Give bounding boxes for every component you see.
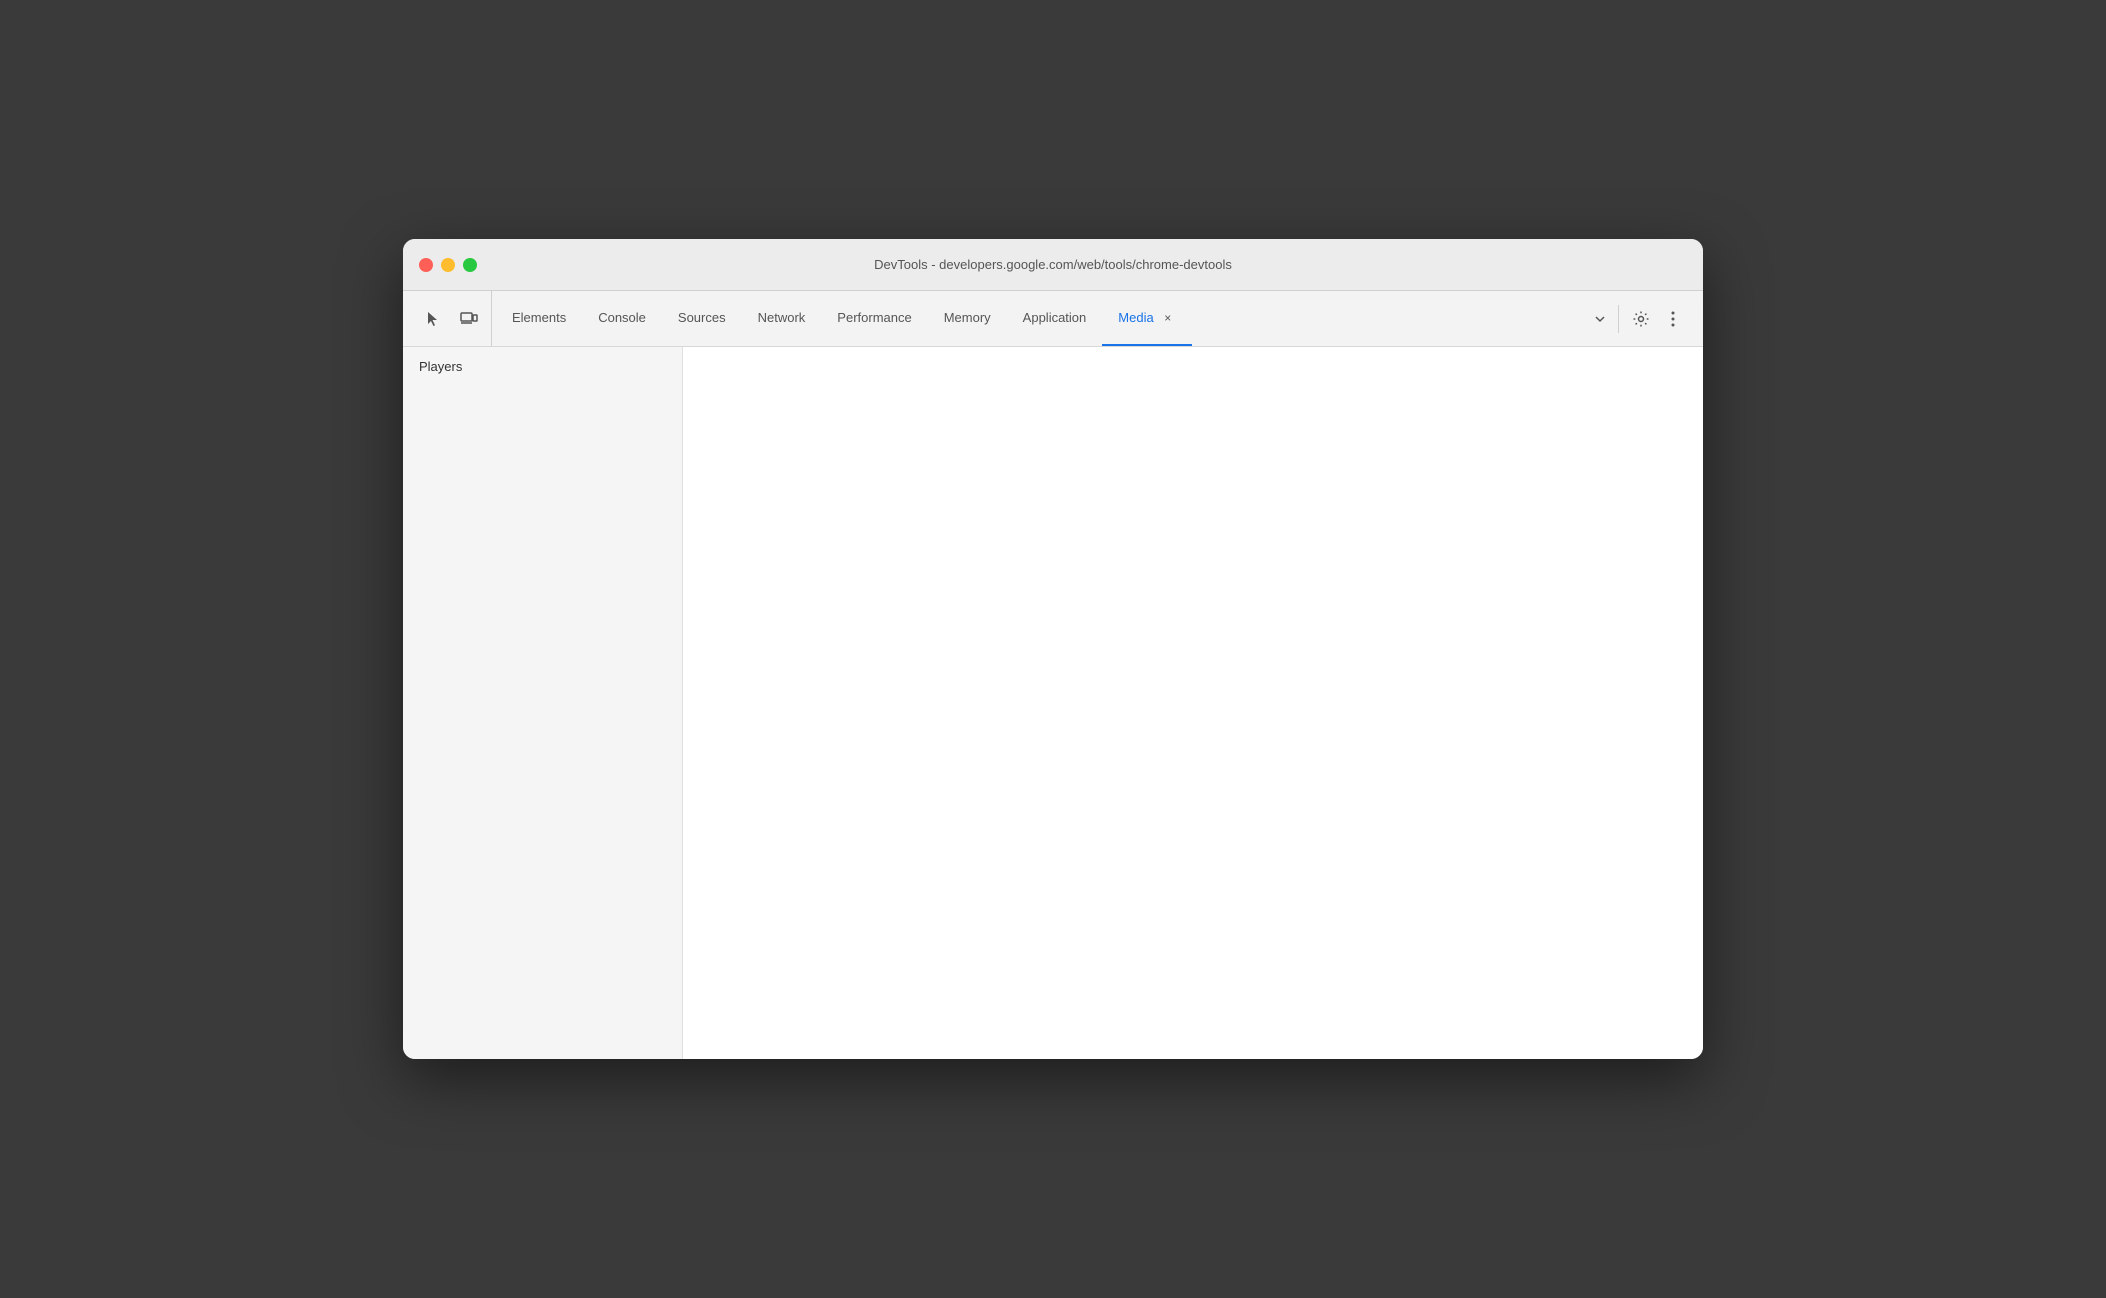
tab-media-close-button[interactable]: × [1160,310,1176,326]
content-area: Players [403,347,1703,1059]
toolbar: Elements Console Sources Network Perform… [403,291,1703,347]
settings-button[interactable] [1627,305,1655,333]
tab-bar: Elements Console Sources Network Perform… [496,291,1586,346]
devtools-window: DevTools - developers.google.com/web/too… [403,239,1703,1059]
device-toggle-button[interactable] [455,305,483,333]
tab-application[interactable]: Application [1007,291,1103,346]
tab-performance[interactable]: Performance [821,291,927,346]
players-sidebar: Players [403,347,683,1059]
toolbar-icons [411,291,492,346]
maximize-button[interactable] [463,258,477,272]
main-panel [683,347,1703,1059]
minimize-button[interactable] [441,258,455,272]
tab-console[interactable]: Console [582,291,662,346]
tab-elements[interactable]: Elements [496,291,582,346]
more-tabs-button[interactable] [1586,305,1614,333]
tab-media[interactable]: Media × [1102,291,1191,346]
close-button[interactable] [419,258,433,272]
traffic-lights [419,258,477,272]
more-options-button[interactable] [1659,305,1687,333]
cursor-tool-button[interactable] [419,305,447,333]
sidebar-title: Players [419,359,666,374]
window-title: DevTools - developers.google.com/web/too… [874,257,1232,272]
title-bar: DevTools - developers.google.com/web/too… [403,239,1703,291]
toolbar-right [1618,305,1695,333]
tab-network[interactable]: Network [742,291,822,346]
tab-memory[interactable]: Memory [928,291,1007,346]
tab-sources[interactable]: Sources [662,291,742,346]
